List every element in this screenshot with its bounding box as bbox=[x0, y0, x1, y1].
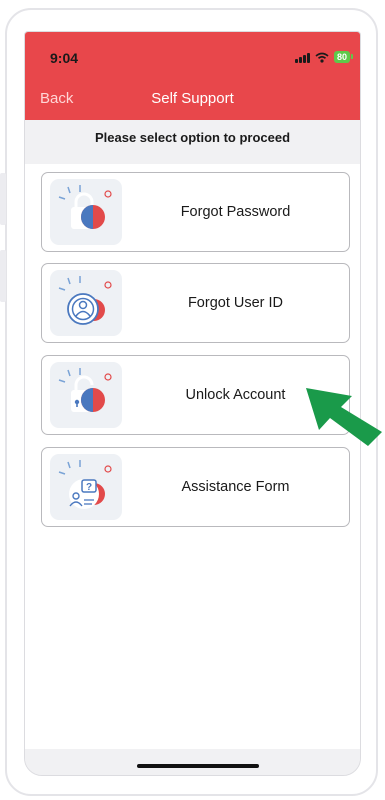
pointer-arrow-icon bbox=[306, 388, 382, 446]
side-button bbox=[0, 173, 6, 225]
prompt-text: Please select option to proceed bbox=[25, 120, 360, 168]
forgot-user-id-button[interactable]: Forgot User ID bbox=[41, 263, 350, 343]
option-label: Forgot User ID bbox=[187, 295, 284, 311]
option-label: Assistance Form bbox=[181, 479, 290, 495]
option-label: Forgot Password bbox=[180, 204, 291, 220]
password-lock-icon bbox=[50, 179, 122, 245]
options-list: Forgot Password Forgot User ID Unlock Ac… bbox=[25, 164, 360, 749]
status-time: 9:04 bbox=[50, 50, 79, 66]
home-indicator[interactable] bbox=[137, 764, 259, 768]
side-button bbox=[0, 250, 6, 302]
status-icons: 80 bbox=[294, 51, 354, 63]
signal-icon bbox=[294, 52, 310, 63]
footer-area bbox=[25, 749, 360, 775]
battery-icon: 80 bbox=[333, 51, 354, 63]
unlock-account-icon bbox=[50, 362, 122, 428]
svg-text:?: ? bbox=[86, 482, 92, 493]
assistance-form-button[interactable]: ? Assistance Form bbox=[41, 447, 350, 527]
wifi-icon bbox=[315, 52, 329, 63]
header-bar: 9:04 80 Self Support Back bbox=[25, 32, 360, 120]
forgot-password-button[interactable]: Forgot Password bbox=[41, 172, 350, 252]
assistance-form-icon: ? bbox=[50, 454, 122, 520]
user-id-icon bbox=[50, 270, 122, 336]
page-title: Self Support bbox=[151, 90, 234, 107]
back-button[interactable]: Back bbox=[40, 90, 73, 107]
